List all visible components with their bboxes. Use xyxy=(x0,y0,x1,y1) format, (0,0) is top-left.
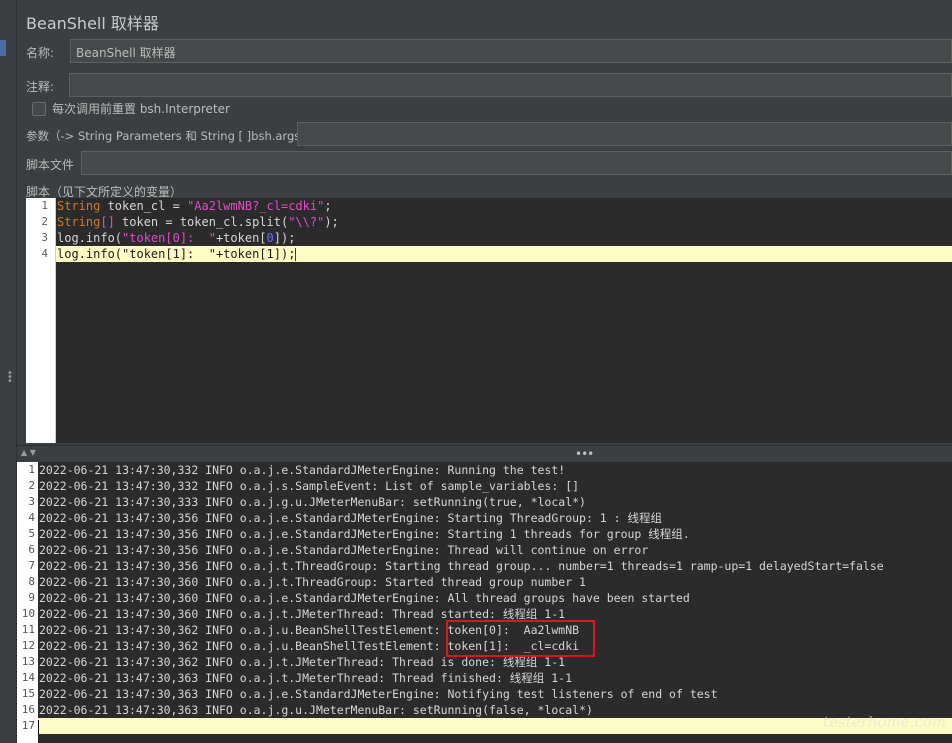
code-token: token_cl = xyxy=(100,199,188,213)
code-line[interactable]: String[] token = token_cl.split("\\?"); xyxy=(56,214,952,230)
watermark: testerhome.com xyxy=(823,713,946,731)
log-line[interactable]: 2022-06-21 13:47:30,356 INFO o.a.j.t.Thr… xyxy=(38,558,952,574)
log-line[interactable]: 2022-06-21 13:47:30,332 INFO o.a.j.s.Sam… xyxy=(38,478,952,494)
code-token: ]); xyxy=(273,231,296,245)
line-number: 4 xyxy=(41,247,48,260)
script-code[interactable]: String token_cl = "Aa2lwmNB?_cl=cdki"; S… xyxy=(56,198,952,443)
script-file-input[interactable] xyxy=(81,151,952,175)
log-line[interactable]: 2022-06-21 13:47:30,332 INFO o.a.j.e.Sta… xyxy=(38,462,952,478)
code-token: +token[ xyxy=(215,247,267,261)
code-token: String xyxy=(57,199,101,213)
log-line[interactable]: 2022-06-21 13:47:30,360 INFO o.a.j.t.Thr… xyxy=(38,574,952,590)
log-line[interactable]: 2022-06-21 13:47:30,333 INFO o.a.j.g.u.J… xyxy=(38,494,952,510)
log-line[interactable]: 2022-06-21 13:47:30,356 INFO o.a.j.e.Sta… xyxy=(38,510,952,526)
reset-interpreter-row[interactable]: 每次调用前重置 bsh.Interpreter xyxy=(32,100,230,117)
code-token: String xyxy=(57,215,101,229)
reset-interpreter-checkbox[interactable] xyxy=(32,101,46,116)
log-line-number: 1 xyxy=(28,463,35,476)
name-label: 名称: xyxy=(26,46,55,60)
text-caret xyxy=(295,248,297,261)
log-line-gutter: 1 2 3 4 5 6 7 8 9 10 11 12 13 14 15 16 17 xyxy=(17,462,38,743)
params-input[interactable] xyxy=(297,122,952,146)
line-number: 3 xyxy=(41,231,48,244)
log-viewer[interactable]: 1 2 3 4 5 6 7 8 9 10 11 12 13 14 15 16 17 2022-06-21 13:… xyxy=(17,462,952,743)
name-input[interactable]: BeanShell 取样器 xyxy=(70,39,952,63)
log-caret xyxy=(38,720,39,734)
panel-title: BeanShell 取样器 xyxy=(26,14,159,33)
log-line-number: 6 xyxy=(28,543,35,556)
log-line-number: 2 xyxy=(28,479,35,492)
left-edge-panel: • • • xyxy=(0,0,17,743)
token-result-highlight-box xyxy=(446,620,595,657)
comment-input[interactable] xyxy=(69,73,952,97)
code-token: ]); xyxy=(273,247,296,261)
log-line[interactable]: 2022-06-21 13:47:30,360 INFO o.a.j.e.Sta… xyxy=(38,590,952,606)
log-line-number: 7 xyxy=(28,559,35,572)
code-line-active[interactable]: log.info("token[1]: "+token[1]); xyxy=(56,246,952,262)
log-line-number: 12 xyxy=(21,639,35,652)
log-line-number: 9 xyxy=(28,591,35,604)
log-lines[interactable]: 2022-06-21 13:47:30,332 INFO o.a.j.e.Sta… xyxy=(38,462,952,734)
log-line[interactable]: 2022-06-21 13:47:30,363 INFO o.a.j.e.Sta… xyxy=(38,686,952,702)
tree-selection-marker xyxy=(0,40,6,56)
code-token: log.info( xyxy=(57,231,123,245)
log-line-number: 13 xyxy=(21,655,35,668)
code-line[interactable]: log.info("token[0]: "+token[0]); xyxy=(56,230,952,246)
line-number: 1 xyxy=(41,199,48,212)
params-row: 参数（-> String Parameters 和 String [ ]bsh.… xyxy=(26,128,312,144)
log-line[interactable]: 2022-06-21 13:47:30,363 INFO o.a.j.t.JMe… xyxy=(38,670,952,686)
code-token: ; xyxy=(324,199,332,213)
code-token: ); xyxy=(324,215,339,229)
code-token: token = token_cl.split( xyxy=(114,215,289,229)
code-token: "token[1]: " xyxy=(122,247,216,261)
code-line[interactable]: String token_cl = "Aa2lwmNB?_cl=cdki"; xyxy=(56,198,952,214)
log-line-number: 5 xyxy=(28,527,35,540)
log-line[interactable]: 2022-06-21 13:47:30,356 INFO o.a.j.e.Sta… xyxy=(38,542,952,558)
comment-row: 注释: xyxy=(26,78,54,95)
code-token: [] xyxy=(100,215,115,229)
code-token: "\\?" xyxy=(288,215,325,229)
log-line-number: 17 xyxy=(21,719,35,732)
splitter-grip-icon[interactable]: ••• xyxy=(575,447,594,461)
reset-interpreter-label: 每次调用前重置 bsh.Interpreter xyxy=(52,102,230,116)
name-row: 名称: xyxy=(26,44,54,61)
script-line-gutter: 1 2 3 4 xyxy=(26,198,56,443)
code-token: log.info( xyxy=(57,247,123,261)
code-token: +token[ xyxy=(215,231,267,245)
resize-grip-icon[interactable]: • • • xyxy=(7,369,13,387)
log-line-number: 11 xyxy=(21,623,35,636)
code-token: 0 xyxy=(266,231,274,245)
code-token: "token[0]: " xyxy=(122,231,216,245)
log-line[interactable] xyxy=(38,718,952,734)
params-label: 参数（-> String Parameters 和 String [ ]bsh.… xyxy=(26,129,312,143)
log-line[interactable]: 2022-06-21 13:47:30,356 INFO o.a.j.e.Sta… xyxy=(38,526,952,542)
log-line-number: 14 xyxy=(21,671,35,684)
script-editor[interactable]: 1 2 3 4 String token_cl = "Aa2lwmNB?_cl=… xyxy=(26,198,952,443)
log-line[interactable]: 2022-06-21 13:47:30,363 INFO o.a.j.g.u.J… xyxy=(38,702,952,718)
code-token: 1 xyxy=(266,247,274,261)
line-number: 2 xyxy=(41,215,48,228)
log-line-number: 4 xyxy=(28,511,35,524)
comment-label: 注释: xyxy=(26,80,55,94)
script-file-label: 脚本文件 xyxy=(26,158,75,172)
log-line-number: 10 xyxy=(21,607,35,620)
log-line-number: 16 xyxy=(21,703,35,716)
pane-splitter[interactable]: ▲ ▼ ••• xyxy=(17,445,952,463)
log-line-number: 3 xyxy=(28,495,35,508)
script-file-row: 脚本文件 xyxy=(26,156,74,173)
log-line-number: 8 xyxy=(28,575,35,588)
log-line-number: 15 xyxy=(21,687,35,700)
collapse-arrows-icon[interactable]: ▲ ▼ xyxy=(21,448,36,457)
code-token: "Aa2lwmNB?_cl=cdki" xyxy=(187,199,325,213)
